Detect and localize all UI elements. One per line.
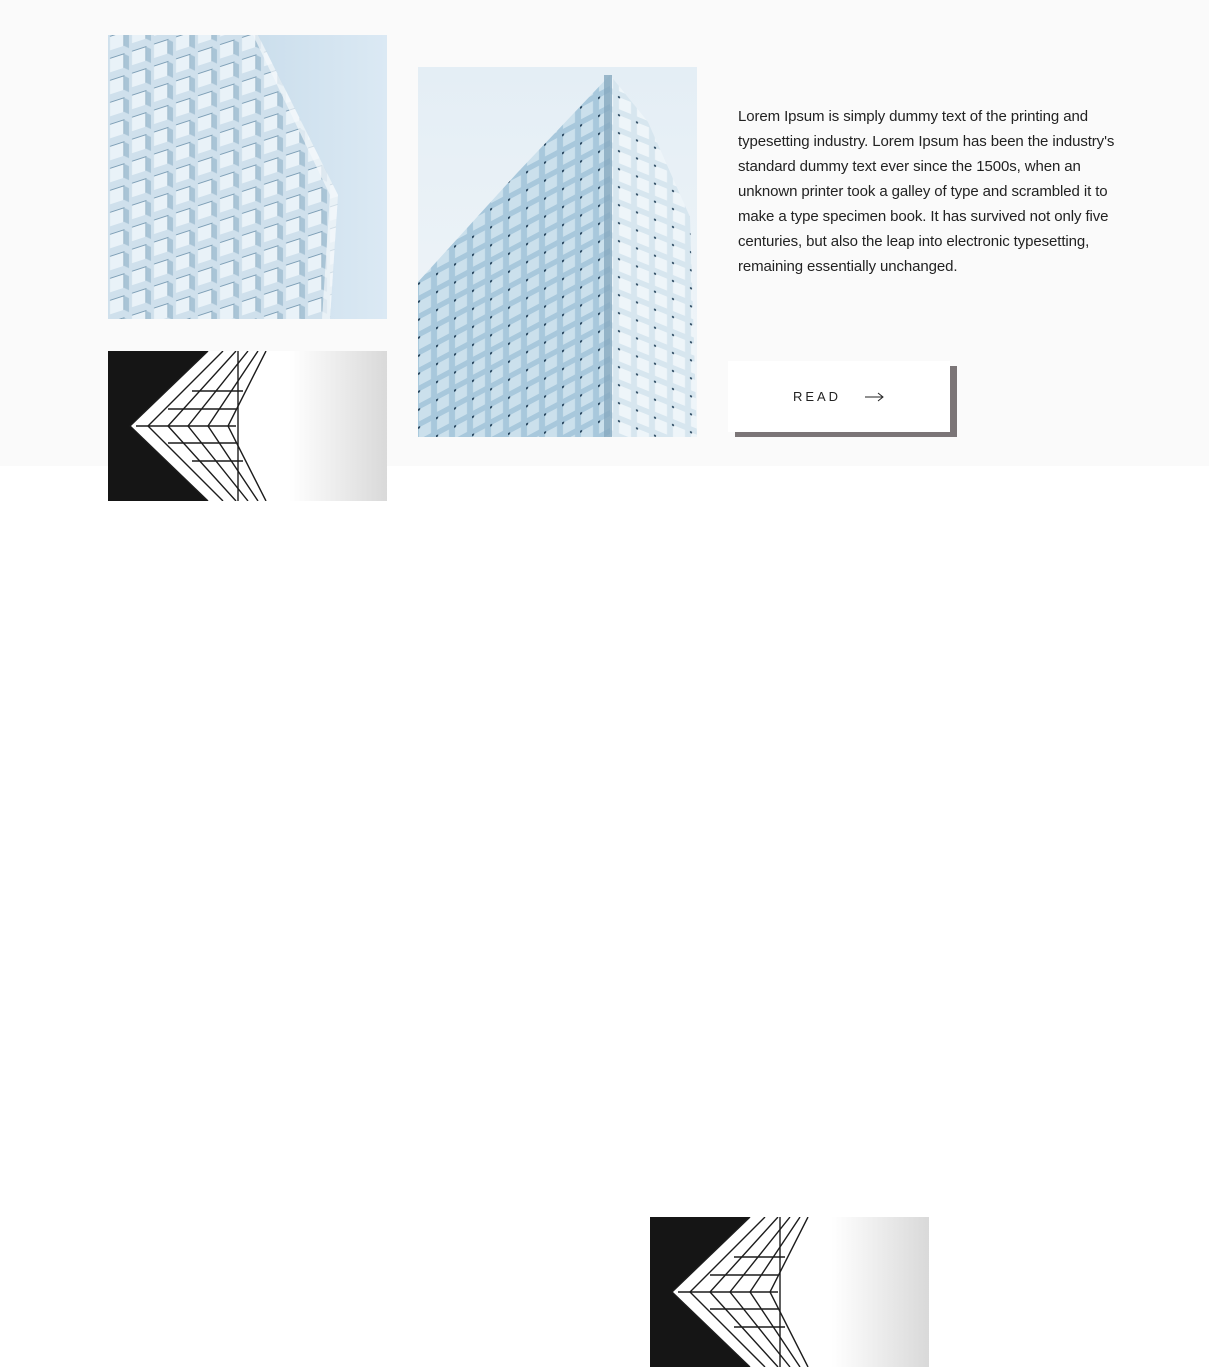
intro-paragraph: Lorem Ipsum is simply dummy text of the … (738, 108, 1115, 275)
mirrored-skyscraper-image (108, 351, 387, 501)
glass-facade-image (108, 35, 387, 319)
arrow-right-icon (865, 392, 885, 402)
glass-tower-corner-image (418, 67, 697, 437)
read-button[interactable]: READ (728, 361, 950, 432)
mirrored-skyscraper-image-repeat (650, 1217, 929, 1367)
read-button-label: READ (792, 389, 842, 404)
page: Lorem Ipsum is simply dummy text of the … (0, 0, 1209, 1367)
